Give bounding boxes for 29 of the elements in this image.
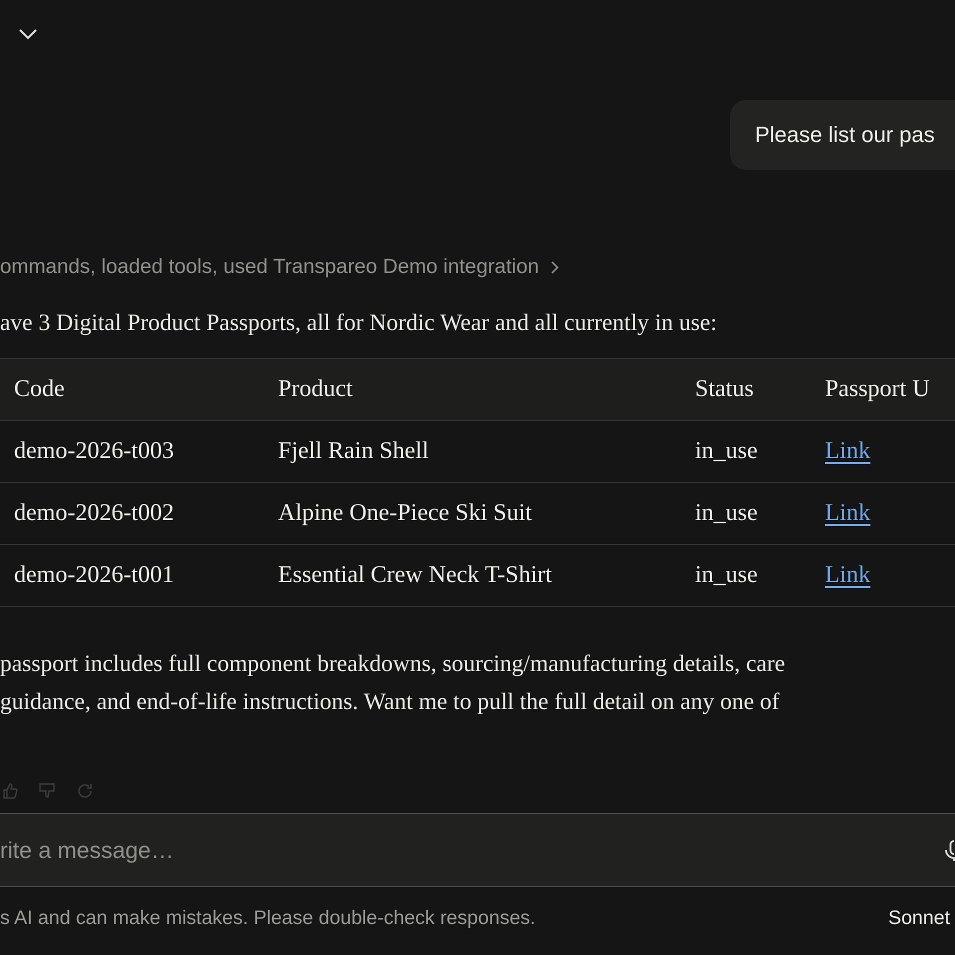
response-text: guidance, and end-of-life instructions. Want me to pull the full detail on any one of [0, 688, 780, 717]
response-text: passport includes full component breakdowns, sourcing/manufacturing details, care [0, 650, 786, 679]
table-cell-text: demo-2026-t002 [14, 500, 175, 527]
chevron-right-icon[interactable] [551, 260, 560, 274]
message-field[interactable]: rite a message… [0, 836, 500, 864]
microphone-icon[interactable] [945, 839, 955, 861]
column-header: Product [278, 376, 354, 403]
table-cell-text: demo-2026-t001 [14, 562, 175, 589]
column-header: Status [695, 376, 755, 403]
column-header: Code [14, 376, 66, 403]
chevron-down-icon[interactable] [19, 28, 37, 40]
model-selector[interactable]: Sonnet [888, 906, 955, 930]
table-cell-text: Alpine One-Piece Ski Suit [278, 500, 533, 527]
disclaimer-text: s AI and can make mistakes. Please double-check responses. [0, 906, 536, 930]
passport-link[interactable]: Link [825, 500, 870, 526]
passport-link[interactable]: Link [825, 562, 870, 588]
table-cell-text: in_use [695, 500, 759, 527]
passport-link[interactable]: Link [825, 438, 870, 464]
user-message: Please list our pas [730, 100, 955, 170]
table-cell-text: Essential Crew Neck T-Shirt [278, 562, 553, 589]
table-cell-text: Fjell Rain Shell [278, 438, 430, 465]
table-cell-text: in_use [695, 438, 759, 465]
table-cell-text: demo-2026-t003 [14, 438, 175, 465]
tool-summary[interactable]: ommands, loaded tools, used Transpareo Demo integration [0, 255, 540, 279]
column-header: Passport U [825, 376, 931, 403]
table-cell-text: in_use [695, 562, 759, 589]
thumbs-down-icon[interactable] [38, 783, 56, 799]
response-text: ave 3 Digital Product Passports, all for Nordic Wear and all currently in use: [0, 310, 718, 338]
thumbs-up-icon[interactable] [2, 783, 18, 799]
